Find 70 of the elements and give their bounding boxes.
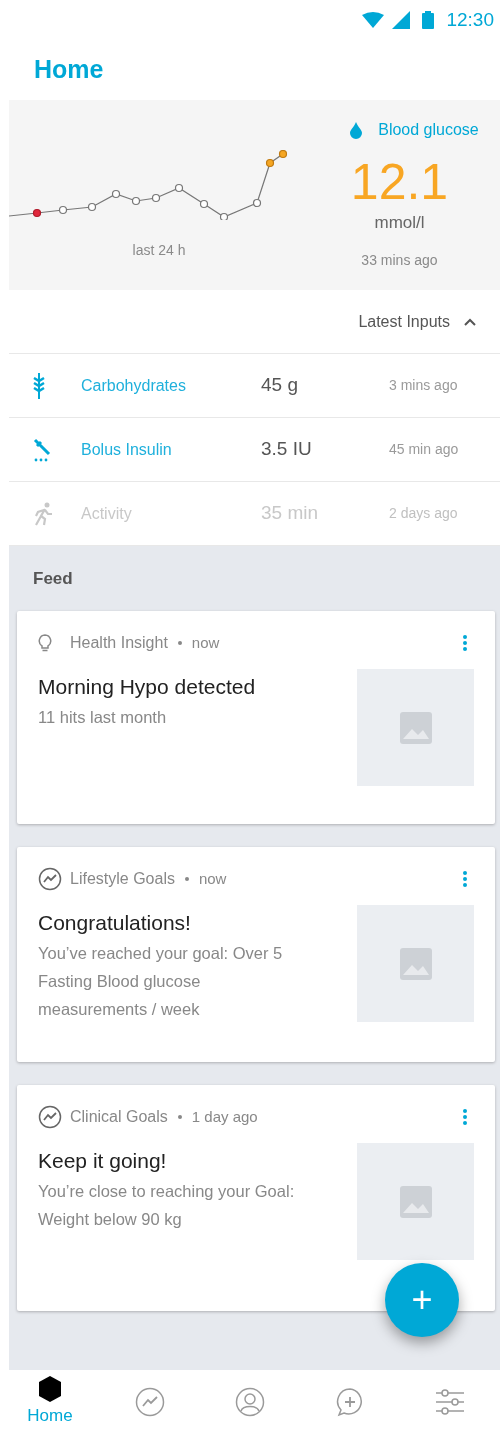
chart-range-label: last 24 h (132, 241, 186, 260)
hexagon-icon (36, 1375, 64, 1404)
settings-icon (435, 1389, 465, 1415)
image-icon (399, 1185, 432, 1218)
image-icon (399, 947, 432, 980)
data-point (174, 183, 184, 193)
card-text: You’ve reached your goal: Over 5 Fasting Blood glucose measurements / week (38, 942, 284, 1020)
signal-icon (392, 11, 411, 29)
more-icon[interactable] (462, 634, 468, 652)
card-category: Clinical Goals (70, 1107, 168, 1127)
input-time: 45 min ago (389, 440, 459, 459)
input-name: Bolus Insulin (81, 439, 173, 460)
syringe-icon (33, 437, 51, 462)
input-row[interactable]: Carbohydrates 45 g 3 mins ago (9, 354, 500, 418)
drop-icon (350, 121, 363, 139)
more-icon[interactable] (462, 870, 468, 888)
data-point (151, 193, 161, 203)
trend-circle-icon (135, 1387, 165, 1417)
battery-icon (422, 11, 435, 29)
section-title: Feed (33, 567, 73, 590)
card-time: now (191, 632, 220, 653)
chat-add-icon (335, 1387, 365, 1417)
card-title: Morning Hypo detected (38, 674, 257, 700)
profile-icon (235, 1387, 265, 1417)
data-point (265, 158, 275, 168)
page-title: Home (34, 54, 104, 86)
section-title: Latest Inputs (358, 311, 450, 332)
input-time: 3 mins ago (389, 376, 458, 395)
card-text: You’re close to reaching your Goal: Weight below 90 kg (38, 1180, 296, 1230)
glucose-unit: mmol/l (374, 212, 425, 234)
input-name: Carbohydrates (81, 375, 187, 396)
data-point (252, 198, 262, 208)
input-row[interactable]: Bolus Insulin 3.5 IU 45 min ago (9, 418, 500, 482)
glucose-value: 12.1 (350, 154, 449, 210)
card-title: Keep it going! (38, 1148, 168, 1174)
data-point (199, 199, 209, 209)
nav-label: Home (27, 1405, 73, 1428)
separator-dot-icon (184, 877, 189, 881)
separator-dot-icon (177, 1115, 182, 1119)
trend-circle-icon (38, 867, 62, 891)
data-point (131, 196, 141, 206)
clock-time: 12:30 (446, 7, 494, 32)
data-point (32, 208, 42, 218)
separator-dot-icon (177, 641, 182, 645)
card-text: 11 hits last month (38, 706, 168, 728)
collapse-icon[interactable] (464, 317, 476, 326)
data-point (87, 202, 97, 212)
trend-circle-icon (38, 1105, 62, 1129)
data-point (219, 212, 229, 220)
wifi-icon (362, 12, 385, 28)
card-category: Health Insight (70, 633, 168, 653)
more-icon[interactable] (462, 1108, 468, 1126)
input-amount: 45 g (261, 373, 299, 398)
card-time: now (198, 868, 227, 889)
lightbulb-icon (38, 634, 52, 652)
wheat-icon (33, 372, 45, 399)
input-amount: 3.5 IU (261, 437, 313, 462)
feed-card[interactable]: Lifestyle Goals now Congratulations! You’ve reached your goal: Over 5 Fasting Blood glucose measurements / week (17, 847, 495, 1062)
image-icon (399, 711, 432, 744)
updated-time: 33 mins ago (361, 250, 438, 270)
card-category: Lifestyle Goals (70, 869, 175, 889)
data-point (111, 189, 121, 199)
input-time: 2 days ago (389, 504, 458, 523)
card-title: Congratulations! (38, 910, 192, 936)
feed-card[interactable]: Health Insight now Morning Hypo detected 11 hits last month (17, 611, 495, 824)
running-person-icon (33, 501, 53, 526)
card-time: 1 day ago (191, 1106, 258, 1127)
data-point (278, 150, 288, 159)
data-point (58, 205, 68, 215)
metric-label: Blood glucose (378, 120, 479, 140)
